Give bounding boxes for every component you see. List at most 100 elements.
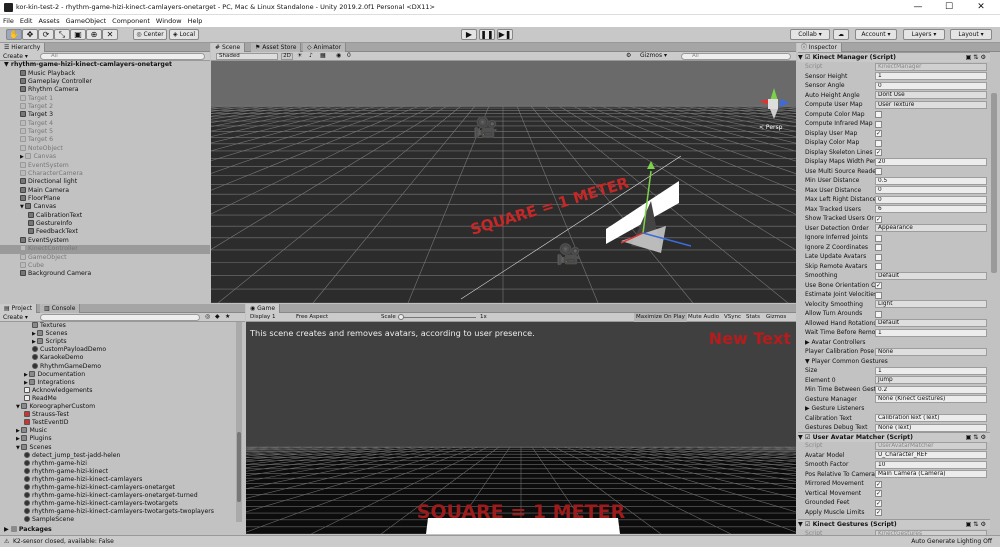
status-message[interactable]: K2-sensor closed, available: False	[13, 536, 114, 547]
inspector-field[interactable]: 20	[875, 157, 987, 166]
account-dropdown[interactable]: Account ▾	[855, 29, 897, 40]
inspector-checkbox[interactable]: ✓	[875, 282, 882, 289]
scene-camera-settings-icon[interactable]: ⚙	[626, 52, 631, 59]
inspector-field[interactable]: 1	[875, 328, 987, 337]
inspector-checkbox[interactable]: ✓	[875, 130, 882, 137]
packages-folder[interactable]: ▶ Packages	[4, 526, 52, 534]
shading-mode-dropdown[interactable]: Shaded	[216, 53, 278, 60]
hierarchy-item[interactable]: Target 6	[0, 136, 210, 144]
inspector-dropdown[interactable]: Default	[875, 319, 987, 327]
inspector-dropdown[interactable]: Dont Use	[875, 91, 987, 99]
hierarchy-item[interactable]: FeedbackText	[0, 228, 210, 236]
filter-by-type-icon[interactable]: ◎	[205, 313, 210, 320]
2d-toggle[interactable]: 2D	[281, 53, 293, 60]
inspector-checkbox[interactable]: ✓	[875, 509, 882, 516]
inspector-checkbox[interactable]	[875, 168, 882, 175]
hierarchy-item[interactable]: NoteObject	[0, 144, 210, 153]
hierarchy-item[interactable]: GameObject	[0, 253, 210, 262]
inspector-checkbox[interactable]	[875, 244, 882, 251]
inspector-checkbox[interactable]: ✓	[875, 499, 882, 507]
hierarchy-item[interactable]: Target 3	[0, 111, 210, 119]
kinect-gestures-header[interactable]: ▼ ☑ Kinect Gestures (Script) ▣ ⇅ ⚙	[798, 519, 990, 529]
scale-slider[interactable]	[398, 314, 476, 320]
menu-edit[interactable]: Edit	[17, 15, 36, 27]
menu-gameobject[interactable]: GameObject	[63, 15, 110, 27]
layout-dropdown[interactable]: Layout ▾	[950, 29, 992, 40]
hierarchy-item[interactable]: Target 4	[0, 119, 210, 128]
inspector-field[interactable]: None (Kinect Gestures)	[875, 395, 987, 403]
hierarchy-item[interactable]: Rhythm Camera	[0, 86, 210, 94]
project-item[interactable]: SampleScene	[0, 516, 234, 524]
pause-button[interactable]: ❚❚	[479, 29, 495, 40]
hierarchy-item[interactable]: FloorPlane	[0, 195, 210, 203]
inspector-field[interactable]: 0	[875, 186, 987, 194]
inspector-field[interactable]: CalibrationText (Text)	[875, 414, 987, 422]
hierarchy-create-button[interactable]: Create ▾	[3, 53, 28, 60]
menu-help[interactable]: Help	[185, 15, 206, 27]
tab-scene[interactable]: # Scene	[211, 43, 246, 52]
scene-lighting-icon[interactable]: ☀	[297, 52, 302, 59]
scene-audio-icon[interactable]: ♪	[309, 52, 313, 59]
inspector-scrollbar[interactable]	[991, 93, 997, 273]
hand-tool-icon[interactable]: ✋	[6, 29, 22, 40]
hierarchy-item[interactable]: CalibrationText	[0, 211, 210, 220]
mute-audio-toggle[interactable]: Mute Audio	[688, 313, 719, 322]
inspector-dropdown[interactable]: None	[875, 347, 987, 356]
inspector-checkbox[interactable]	[875, 310, 882, 318]
hierarchy-search-input[interactable]: All	[40, 53, 205, 60]
kinect-manager-header[interactable]: ▼ ☑ Kinect Manager (Script) ▣ ⇅ ⚙	[798, 52, 990, 62]
inspector-field[interactable]: 0	[875, 81, 987, 90]
inspector-dropdown[interactable]: Jump	[875, 376, 987, 384]
hierarchy-item[interactable]: Cube	[0, 261, 210, 270]
inspector-checkbox[interactable]: ✓	[875, 149, 882, 156]
pivot-center-button[interactable]: ◎ Center	[133, 29, 167, 40]
minimize-button[interactable]: —	[903, 1, 933, 14]
hierarchy-item[interactable]: ▼ Canvas	[0, 203, 210, 211]
menu-window[interactable]: Window	[153, 15, 185, 27]
inspector-checkbox[interactable]: ✓	[875, 480, 882, 488]
game-viewport[interactable]: This scene creates and removes avatars, …	[246, 322, 796, 534]
hierarchy-item[interactable]: Main Camera	[0, 186, 210, 195]
scene-gizmos-dropdown[interactable]: Gizmos ▾	[640, 52, 667, 59]
menu-assets[interactable]: Assets	[35, 15, 62, 27]
tab-project[interactable]: ▤ Project	[0, 304, 38, 313]
inspector-checkbox[interactable]	[875, 111, 882, 118]
inspector-field[interactable]: 0.5	[875, 176, 987, 185]
step-button[interactable]: ▶❚	[497, 29, 513, 40]
inspector-checkbox[interactable]	[875, 263, 882, 270]
filter-by-label-icon[interactable]: ◆	[215, 313, 220, 320]
project-create-button[interactable]: Create ▾	[3, 314, 28, 321]
hierarchy-item[interactable]: CharacterCamera	[0, 169, 210, 178]
inspector-dropdown[interactable]: Default	[875, 271, 987, 280]
hierarchy-item[interactable]: Gameplay Controller	[0, 77, 210, 86]
layers-dropdown[interactable]: Layers ▾	[903, 29, 945, 40]
custom-tool-icon[interactable]: ✕	[102, 29, 118, 40]
cloud-icon[interactable]: ☁	[833, 29, 849, 40]
inspector-field[interactable]: 10	[875, 460, 987, 469]
hierarchy-item[interactable]: Directional light	[0, 178, 210, 186]
close-button[interactable]: ✕	[966, 1, 996, 14]
project-scrollbar[interactable]	[236, 322, 242, 522]
inspector-field[interactable]: 6	[875, 205, 987, 213]
hierarchy-item[interactable]: Music Playback	[0, 69, 210, 78]
inspector-field[interactable]: 0.2	[875, 385, 987, 394]
inspector-field[interactable]: Main Camera (Camera)	[875, 470, 987, 478]
menu-file[interactable]: File	[0, 15, 17, 27]
scale-tool-icon[interactable]: ⤡	[54, 29, 70, 40]
aspect-dropdown[interactable]: Free Aspect	[296, 313, 328, 322]
move-tool-icon[interactable]: ✥	[22, 29, 38, 40]
hierarchy-item[interactable]: Target 2	[0, 103, 210, 111]
favorite-icon[interactable]: ★	[225, 313, 230, 320]
scene-search-input[interactable]: All	[681, 53, 791, 60]
hierarchy-item[interactable]: Target 5	[0, 128, 210, 136]
inspector-checkbox[interactable]	[875, 120, 882, 128]
play-button[interactable]: ▶	[461, 29, 477, 40]
tab-hierarchy[interactable]: ☰ Hierarchy	[0, 43, 46, 52]
tab-animator[interactable]: ◇ Animator	[303, 43, 347, 52]
inspector-checkbox[interactable]	[875, 139, 882, 147]
collab-dropdown[interactable]: Collab ▾	[790, 29, 830, 40]
scene-effects-icon[interactable]: ▦	[320, 52, 326, 59]
maximize-on-play-toggle[interactable]: Maximize On Play	[634, 313, 687, 322]
inspector-field[interactable]: 1	[875, 72, 987, 80]
transform-tool-icon[interactable]: ⊕	[86, 29, 102, 40]
